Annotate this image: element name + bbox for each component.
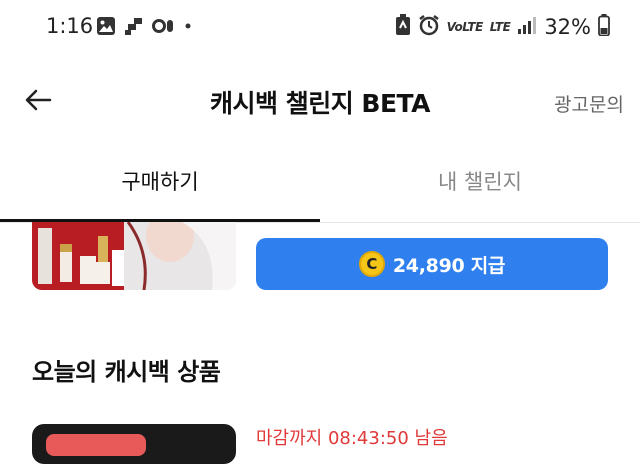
status-left-icons xyxy=(96,16,192,40)
nfc-icon xyxy=(395,14,411,40)
lte-icon: LTE xyxy=(489,20,511,34)
battery-percent: 32% xyxy=(544,15,591,39)
deadline-text: 마감까지 08:43:50 남음 xyxy=(256,428,448,449)
tab-my-challenge[interactable]: 내 챌린지 xyxy=(320,152,640,220)
page-title: 캐시백 챌린지 BETA xyxy=(209,89,431,118)
tab-bar: 구매하기 내 챌린지 xyxy=(0,152,640,223)
product-tag xyxy=(46,434,146,456)
gallery-icon xyxy=(96,16,116,40)
coin-icon: C xyxy=(358,251,385,277)
tab-buy[interactable]: 구매하기 xyxy=(0,152,320,222)
status-time: 1:16 xyxy=(46,14,94,38)
dot-icon xyxy=(184,16,192,40)
cashback-button[interactable]: C 24,890 지급 xyxy=(256,238,608,290)
alarm-icon xyxy=(418,14,440,40)
signal-shape-icon xyxy=(124,16,144,40)
cashback-label: 24,890 지급 xyxy=(392,254,506,277)
app-header: 캐시백 챌린지 BETA 광고문의 xyxy=(0,70,640,134)
status-right-icons: VoLTE LTE 32% xyxy=(395,14,610,40)
section-title: 오늘의 캐시백 상품 xyxy=(32,358,221,386)
status-bar: 1:16 VoLTE LTE 32% xyxy=(0,0,640,56)
product-image[interactable] xyxy=(32,222,236,290)
volte-icon: VoLTE xyxy=(446,20,484,34)
ad-inquiry-link[interactable]: 광고문의 xyxy=(554,90,624,117)
link-icon xyxy=(152,16,176,40)
next-product-image[interactable] xyxy=(32,424,236,464)
signal-bars-icon xyxy=(517,15,537,39)
battery-icon xyxy=(598,14,610,40)
